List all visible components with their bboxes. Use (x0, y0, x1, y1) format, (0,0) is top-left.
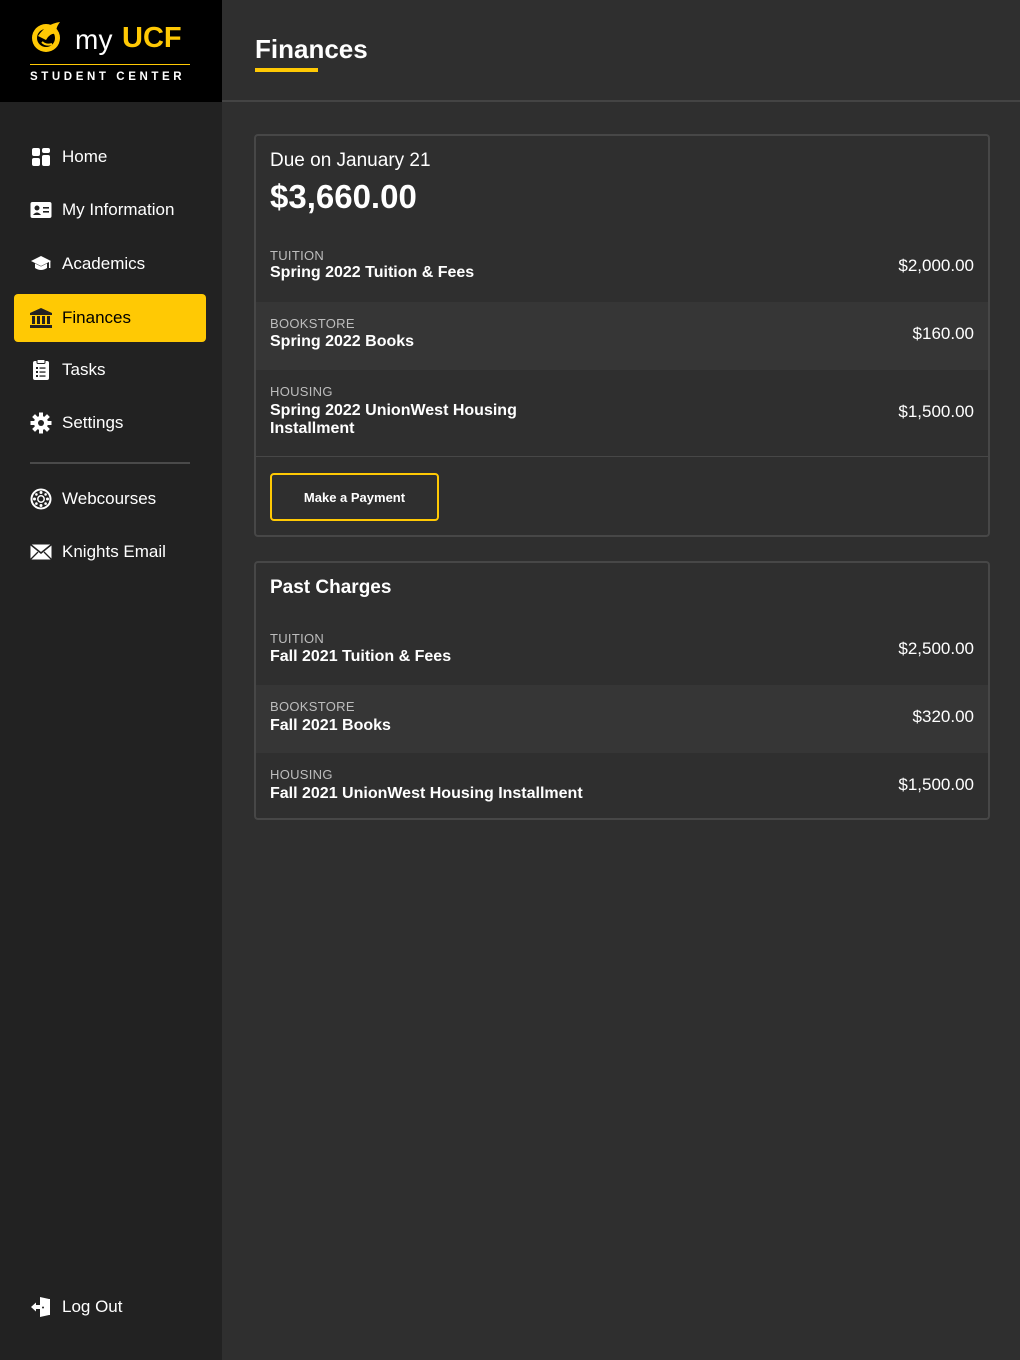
sidebar-item-label: Knights Email (62, 542, 166, 561)
charge-name: Fall 2021 Books (270, 717, 391, 734)
charge-category: BOOKSTORE (270, 699, 355, 714)
sidebar-item-label: Settings (62, 413, 124, 432)
sidebar-item-label: Academics (62, 254, 146, 273)
logo-divider (30, 64, 190, 65)
charge-name: Spring 2022 Books (270, 333, 415, 350)
sidebar-item-label: Webcourses (62, 489, 157, 508)
sidebar-item-label: Home (62, 147, 108, 166)
logo-my-text: my (75, 24, 113, 55)
charge-row: HOUSING Fall 2021 UnionWest Housing Inst… (256, 753, 988, 818)
logout-icon (30, 1296, 52, 1318)
canvas-logo-icon (30, 488, 52, 510)
charge-amount: $160.00 (912, 324, 974, 343)
charge-row: TUITION Spring 2022 Tuition & Fees $2,00… (256, 234, 988, 302)
envelope-icon (30, 541, 52, 563)
past-charges-card: Past Charges TUITION Fall 2021 Tuition &… (254, 561, 990, 820)
id-card-icon (30, 199, 52, 221)
sidebar-item-label: Finances (62, 308, 131, 327)
logo-ucf-text: UCF (122, 22, 182, 54)
due-date-label: Due on January 21 (270, 150, 431, 171)
sidebar-item-tasks[interactable]: Tasks (14, 346, 206, 394)
sidebar: my UCF STUDENT CENTER Home My Informatio… (0, 0, 222, 1360)
charge-category: HOUSING (270, 384, 333, 399)
charge-amount: $2,000.00 (898, 256, 974, 275)
graduation-cap-icon (30, 253, 52, 275)
myucf-logo[interactable]: my UCF STUDENT CENTER (0, 0, 222, 102)
sidebar-item-webcourses[interactable]: Webcourses (14, 475, 206, 523)
sidebar-item-settings[interactable]: Settings (14, 399, 206, 447)
charge-row: HOUSING Spring 2022 UnionWest Housing In… (256, 370, 988, 456)
charge-row: TUITION Fall 2021 Tuition & Fees $2,500.… (256, 617, 988, 685)
charge-amount: $320.00 (912, 707, 974, 726)
charge-amount: $1,500.00 (898, 775, 974, 794)
charge-category: TUITION (270, 248, 325, 263)
page-header: Finances (222, 0, 1020, 102)
sidebar-item-home[interactable]: Home (14, 133, 206, 181)
page-title: Finances (255, 34, 368, 64)
gear-icon (30, 412, 52, 434)
charge-row: BOOKSTORE Spring 2022 Books $160.00 (256, 302, 988, 370)
home-grid-icon (30, 146, 52, 168)
amount-due-card: Due on January 21 $3,660.00 TUITION Spri… (254, 134, 990, 537)
charge-name: Spring 2022 Tuition & Fees (270, 264, 475, 281)
make-payment-button[interactable]: Make a Payment (270, 473, 439, 521)
clipboard-icon (30, 359, 52, 381)
charge-category: TUITION (270, 631, 325, 646)
charge-row: BOOKSTORE Fall 2021 Books $320.00 (256, 685, 988, 753)
title-underline (255, 68, 318, 72)
bank-icon (30, 307, 52, 329)
logout-label: Log Out (62, 1297, 123, 1316)
row-divider (256, 456, 988, 457)
logout-button[interactable]: Log Out (14, 1283, 206, 1331)
charge-amount: $2,500.00 (898, 639, 974, 658)
charge-category: HOUSING (270, 767, 333, 782)
charge-name: Spring 2022 UnionWest Housing Installmen… (270, 402, 517, 437)
sidebar-item-knights-email[interactable]: Knights Email (14, 528, 206, 576)
logo-subtitle: STUDENT CENTER (30, 71, 186, 83)
sidebar-item-academics[interactable]: Academics (14, 240, 206, 288)
pegasus-logo-icon (32, 22, 60, 52)
charge-name: Fall 2021 Tuition & Fees (270, 648, 452, 665)
charge-category: BOOKSTORE (270, 316, 355, 331)
charge-amount: $1,500.00 (898, 402, 974, 421)
sidebar-divider (30, 462, 190, 464)
sidebar-item-finances[interactable]: Finances (14, 294, 206, 342)
sidebar-item-label: My Information (62, 200, 175, 219)
sidebar-item-label: Tasks (62, 360, 106, 379)
charge-name: Fall 2021 UnionWest Housing Installment (270, 785, 583, 802)
due-total-amount: $3,660.00 (270, 178, 417, 215)
past-charges-title: Past Charges (270, 577, 392, 598)
sidebar-item-my-information[interactable]: My Information (14, 186, 206, 234)
